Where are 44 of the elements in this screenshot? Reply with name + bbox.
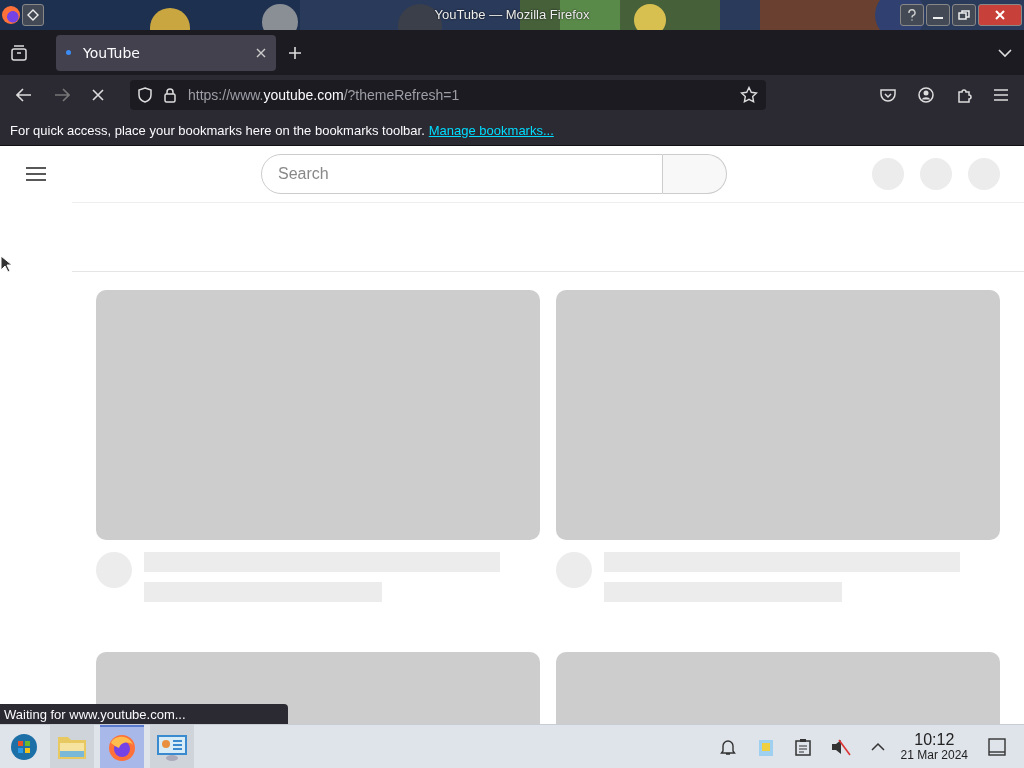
stop-icon[interactable] [92, 89, 104, 101]
minimize-icon [933, 17, 943, 19]
pocket-icon[interactable] [880, 88, 896, 102]
tab-list-icon[interactable] [10, 43, 28, 62]
clock-time[interactable]: 10:12 [914, 731, 955, 748]
account-icon[interactable] [918, 87, 934, 103]
taskbar-app[interactable] [100, 725, 144, 768]
chevron-down-icon[interactable] [998, 47, 1012, 58]
address-bar[interactable]: https://www.youtube.com/?themeRefresh=1 [130, 80, 766, 110]
url-text: https://www.youtube.com/?themeRefresh=1 [188, 87, 460, 103]
firefox-icon [107, 732, 137, 763]
close-button[interactable] [978, 4, 1022, 26]
taskbar-app[interactable] [150, 725, 194, 768]
notes-icon[interactable] [794, 737, 811, 756]
shield-icon[interactable] [138, 87, 152, 103]
back-icon[interactable] [16, 88, 32, 102]
star-icon[interactable] [740, 86, 758, 104]
bell-icon[interactable] [718, 737, 737, 756]
minimize-button[interactable] [926, 4, 950, 26]
diamond-icon [27, 9, 39, 21]
close-icon[interactable] [256, 47, 266, 58]
menu-icon[interactable] [26, 167, 46, 181]
browser-tab[interactable]: YouTube [56, 34, 276, 71]
bookmarks-message: For quick access, place your bookmarks here on the bookmarks toolbar. [10, 122, 425, 138]
lock-icon[interactable] [164, 87, 176, 103]
forward-icon[interactable] [54, 88, 70, 102]
manage-bookmarks-link[interactable]: Manage bookmarks... [428, 122, 554, 138]
show-desktop-icon[interactable] [988, 737, 1006, 756]
question-mark-icon [907, 9, 917, 21]
status-text: Waiting for www.youtube.com... [0, 704, 288, 724]
new-tab-icon[interactable] [288, 45, 302, 60]
window-title: YouTube — Mozilla Firefox [434, 7, 590, 22]
close-icon [995, 10, 1005, 20]
chevron-up-icon[interactable] [870, 741, 885, 752]
loading-icon [66, 50, 71, 55]
monitor-icon [156, 732, 188, 761]
search-field[interactable]: Search [261, 154, 663, 194]
maximize-button[interactable] [952, 4, 976, 26]
window-menu-button[interactable] [22, 4, 44, 26]
help-button[interactable] [900, 4, 924, 26]
muted-speaker-icon[interactable] [830, 737, 851, 756]
extensions-icon[interactable] [956, 87, 972, 103]
maximize-icon [958, 10, 970, 20]
clock-date[interactable]: 21 Mar 2024 [900, 748, 968, 762]
